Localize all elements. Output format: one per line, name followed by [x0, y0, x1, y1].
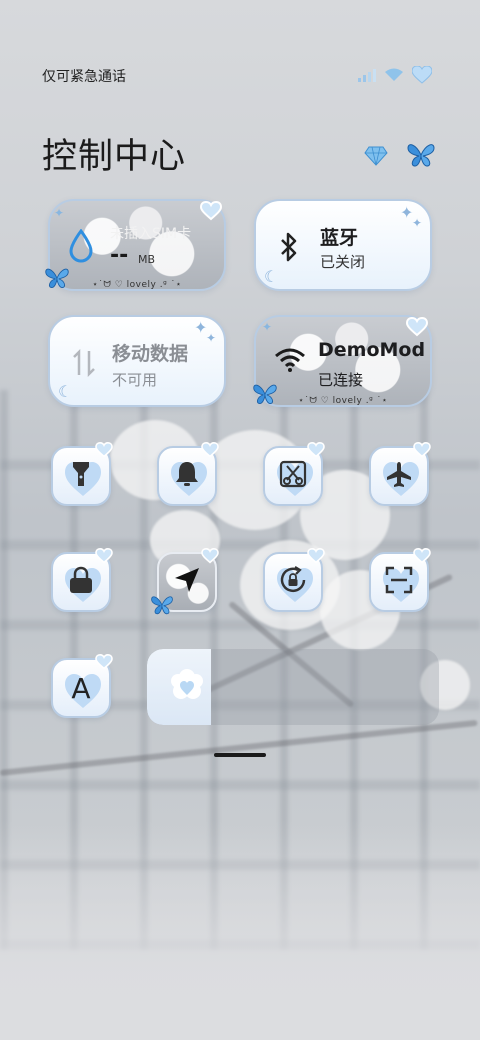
heart-badge-icon — [95, 441, 113, 462]
butterfly-icon — [150, 594, 174, 620]
heart-badge-icon — [413, 547, 431, 568]
star-sparkle-icon: ✦ — [54, 206, 65, 220]
bluetooth-icon — [278, 231, 300, 267]
heart-badge-icon — [307, 547, 325, 568]
airplane-icon — [385, 460, 413, 492]
diamond-icon — [364, 146, 388, 171]
wifi-status: 已连接 — [318, 371, 364, 389]
wifi-icon — [384, 68, 404, 82]
moon-icon: ☾ — [264, 267, 279, 286]
screenshot-scissors-icon — [279, 460, 307, 492]
heart-battery-icon — [412, 66, 432, 84]
butterfly-icon — [44, 266, 70, 294]
lock-icon — [68, 566, 94, 598]
bell-icon — [174, 460, 200, 492]
heart-badge-icon — [199, 200, 223, 225]
heart-cloud-icon — [169, 669, 205, 707]
heart-badge-icon — [307, 441, 325, 462]
mobile-data-label: 移动数据 — [112, 343, 189, 365]
wifi-icon — [274, 347, 306, 377]
scan-icon — [385, 566, 413, 598]
heart-badge-icon — [201, 547, 219, 568]
data-usage-value: -- — [110, 243, 129, 268]
heart-badge-icon — [95, 653, 113, 674]
wifi-network-name: DemoMod — [318, 339, 426, 361]
bluetooth-status: 已关闭 — [320, 253, 366, 271]
location-arrow-icon — [173, 566, 201, 598]
water-drop-icon — [68, 228, 94, 267]
heart-badge-icon — [95, 547, 113, 568]
signal-icon — [358, 68, 376, 82]
butterfly-icon — [252, 382, 278, 410]
carrier-status: 仅可紧急通话 — [42, 69, 126, 85]
home-indicator[interactable] — [214, 753, 266, 757]
font-icon: A — [71, 671, 91, 705]
sim-status: 未插入SIM卡 — [110, 226, 192, 242]
flashlight-icon — [71, 460, 91, 492]
lovely-caption: ⋆˙ᗢ ♡ lovely .ᵍ ˙⋆ — [92, 280, 182, 290]
mobile-data-status: 不可用 — [112, 371, 158, 389]
mobile-data-icon — [72, 348, 96, 381]
moon-icon: ☾ — [58, 382, 73, 401]
page-title: 控制中心 — [42, 137, 187, 177]
heart-badge-icon — [413, 441, 431, 462]
data-usage-unit: MB — [138, 253, 156, 266]
brightness-slider[interactable] — [147, 649, 439, 725]
bluetooth-label: 蓝牙 — [320, 227, 359, 249]
star-sparkle-icon: ✦ — [412, 216, 423, 230]
star-sparkle-icon: ✦ — [206, 331, 217, 345]
rotation-lock-icon — [278, 565, 308, 599]
star-sparkle-icon: ✦ — [262, 320, 273, 334]
heart-badge-icon — [201, 441, 219, 462]
status-bar: 仅可紧急通话 — [0, 62, 480, 90]
butterfly-icon — [406, 142, 436, 172]
heart-badge-icon — [405, 316, 429, 341]
lovely-caption: ⋆˙ᗢ ♡ lovely .ᵍ ˙⋆ — [298, 396, 388, 406]
